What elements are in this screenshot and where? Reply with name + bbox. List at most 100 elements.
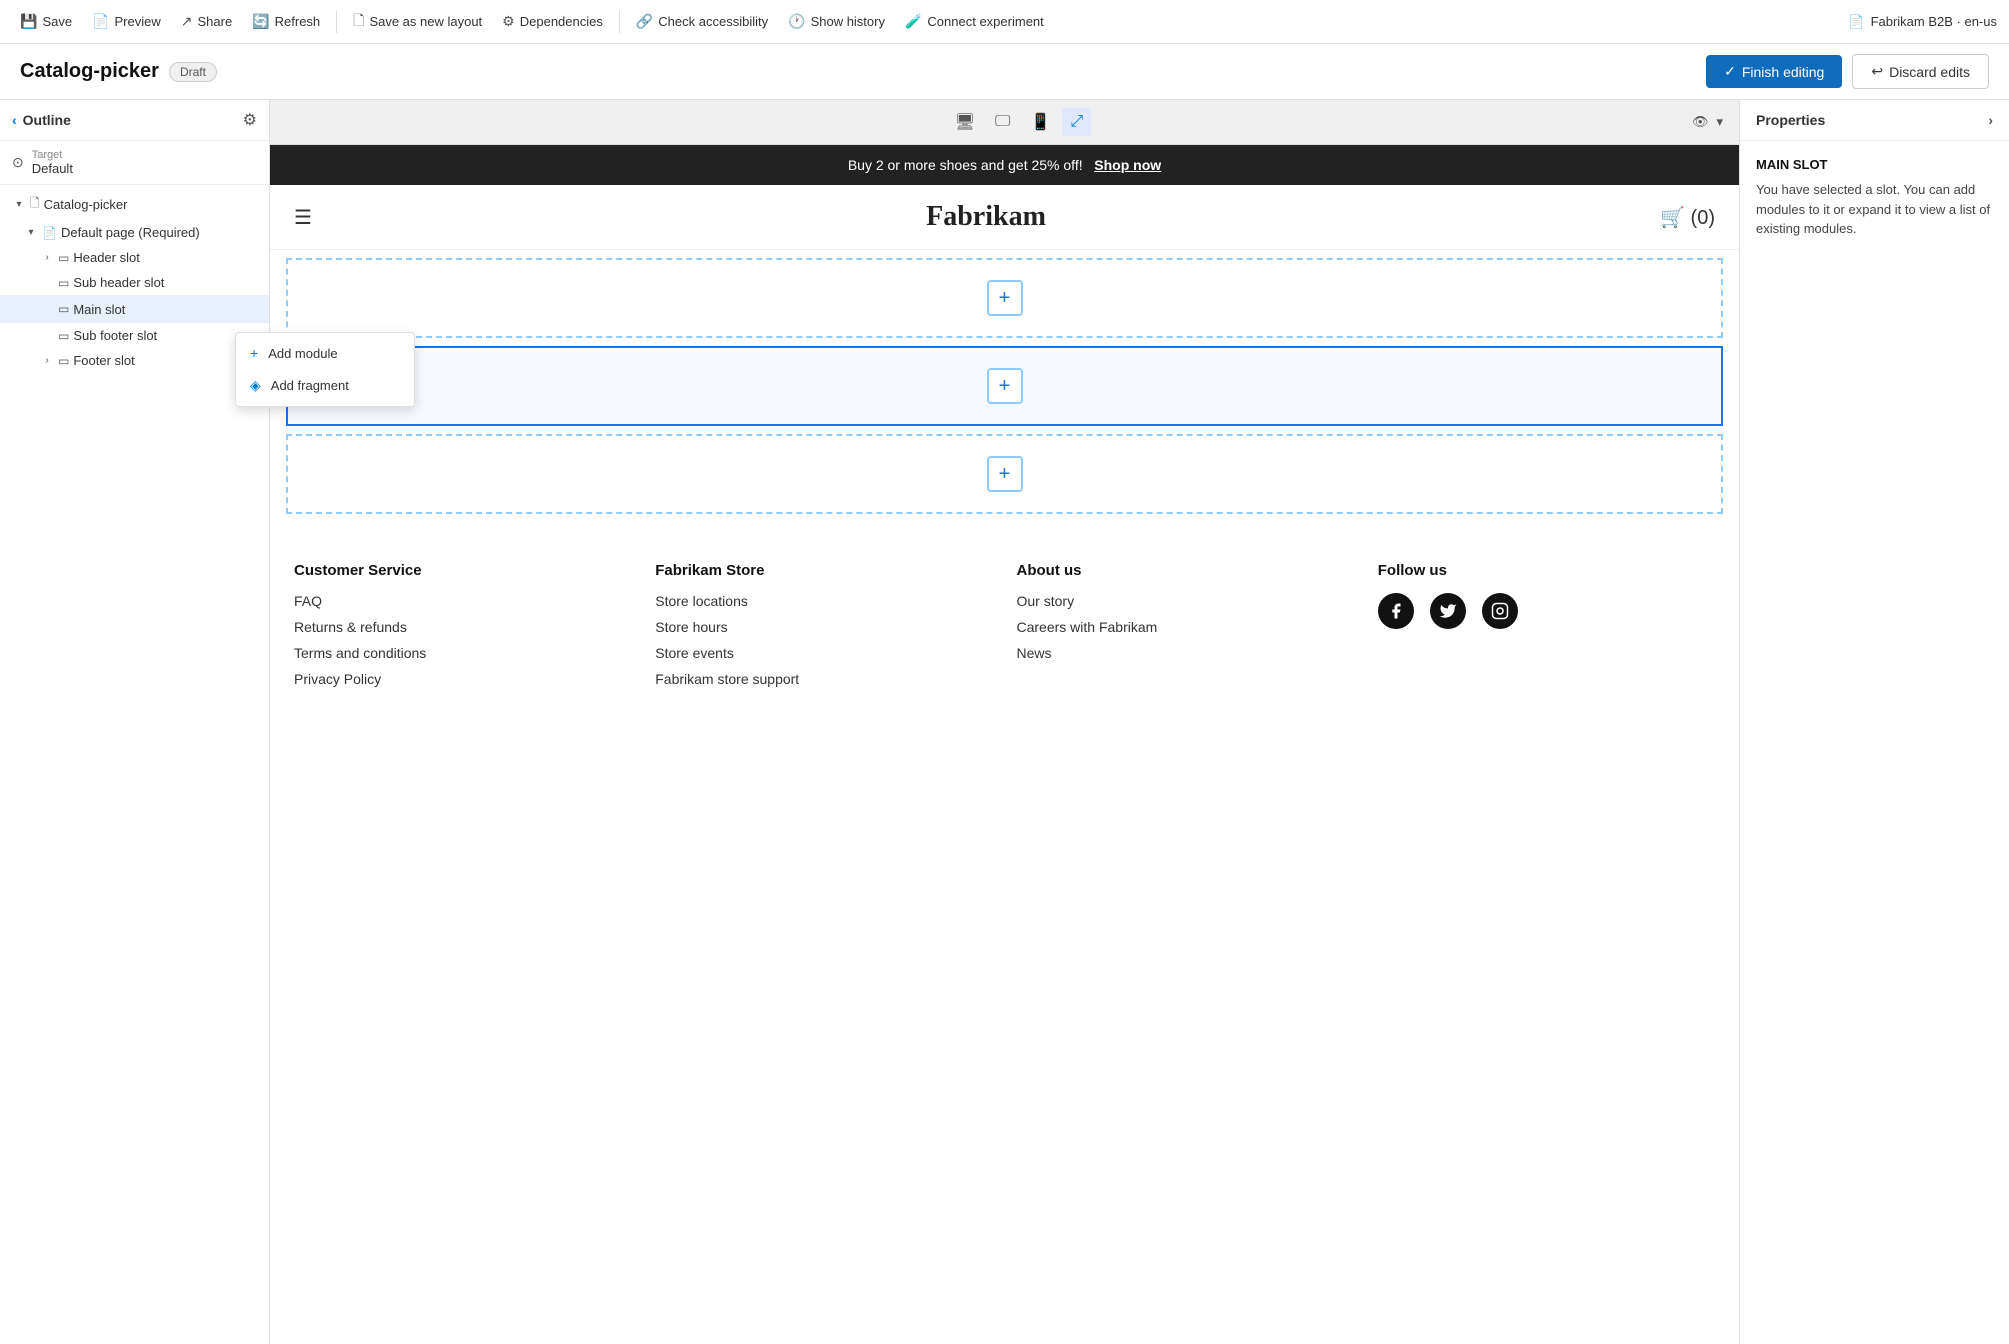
tree-item-catalog-picker[interactable]: ▾ 🗋 Catalog-picker (0, 189, 269, 220)
footer-link-our-story[interactable]: Our story (1017, 593, 1075, 609)
slot-icon: ▭ (58, 329, 69, 343)
list-item: Careers with Fabrikam (1017, 619, 1354, 635)
context-menu-add-fragment[interactable]: ◈ Add fragment (236, 369, 414, 402)
cart-icon[interactable]: 🛒 (0) (1660, 205, 1715, 230)
store-header: ☰ Fabrikam 🛒 (0) (270, 185, 1739, 250)
check-accessibility-button[interactable]: 🔗 Check accessibility (628, 8, 776, 35)
list-item: Privacy Policy (294, 671, 631, 687)
tablet-view-button[interactable]: 🖵 (987, 108, 1018, 136)
main-layout: ‹ Outline ⚙ ⊙ Target Default ▾ 🗋 Catalog… (0, 100, 2009, 1344)
node-label: Header slot (73, 250, 261, 265)
finish-editing-button[interactable]: ✓ Finish editing (1706, 55, 1842, 88)
page-header: Catalog-picker Draft ✓ Finish editing ↩ … (0, 44, 2009, 100)
target-icon: ⊙ (12, 154, 24, 171)
preview-button[interactable]: 📄 Preview (84, 8, 169, 35)
save-button[interactable]: 💾 Save (12, 8, 80, 35)
add-to-slot-2-button[interactable]: + (987, 368, 1023, 404)
mobile-view-button[interactable]: 📱 (1022, 108, 1058, 136)
settings-icon[interactable]: ⚙ (243, 110, 257, 130)
footer-link-store-hours[interactable]: Store hours (655, 619, 727, 635)
footer-section: Customer Service FAQ Returns & refunds T… (270, 522, 1739, 721)
expand-view-button[interactable]: ⤢ (1062, 108, 1091, 136)
dependencies-button[interactable]: ⚙ Dependencies (494, 8, 611, 35)
outline-tree: ▾ 🗋 Catalog-picker ▾ 📄 Default page (Req… (0, 185, 269, 1344)
canvas-slot-2: Main slot ▾ + (286, 346, 1723, 426)
target-label: Target (32, 149, 73, 161)
toolbar-separator-2 (619, 11, 620, 33)
panel-section-title: MAIN SLOT (1756, 157, 1993, 172)
node-icon: 🗋 (30, 194, 40, 215)
right-panel-header: Properties › (1740, 100, 2009, 141)
canvas-area: 🖥 🖵 📱 ⤢ 👁 ▾ Buy 2 or more shoes and get … (270, 100, 1739, 1344)
canvas-content: Buy 2 or more shoes and get 25% off! Sho… (270, 145, 1739, 1344)
connect-experiment-button[interactable]: 🧪 Connect experiment (897, 8, 1052, 35)
list-item: Fabrikam store support (655, 671, 992, 687)
right-panel-content: MAIN SLOT You have selected a slot. You … (1740, 141, 2009, 255)
accessibility-icon: 🔗 (636, 13, 653, 30)
promo-link[interactable]: Shop now (1094, 157, 1161, 173)
footer-link-careers[interactable]: Careers with Fabrikam (1017, 619, 1158, 635)
node-label: Sub header slot (73, 275, 261, 290)
eye-icon[interactable]: 👁 (1692, 114, 1709, 130)
footer-col-follow-us: Follow us (1378, 562, 1715, 697)
save-as-new-layout-button[interactable]: 🗋 Save as new layout (345, 5, 490, 39)
add-to-slot-1-button[interactable]: + (987, 280, 1023, 316)
discard-edits-button[interactable]: ↩ Discard edits (1852, 54, 1989, 89)
footer-col-heading-fabrikam-store: Fabrikam Store (655, 562, 992, 579)
add-fragment-label: Add fragment (271, 378, 349, 393)
add-module-label: Add module (268, 346, 337, 361)
tree-item-main-slot[interactable]: › ▭ Main slot ··· (0, 295, 269, 323)
desktop-view-button[interactable]: 🖥 (947, 108, 983, 136)
add-module-icon: + (250, 345, 258, 361)
footer-link-store-locations[interactable]: Store locations (655, 593, 748, 609)
footer-link-store-support[interactable]: Fabrikam store support (655, 671, 799, 687)
canvas-slot-3: + (286, 434, 1723, 514)
save-as-icon: 🗋 (353, 10, 364, 34)
tree-item-sub-footer-slot[interactable]: › ▭ Sub footer slot (0, 323, 269, 348)
tree-item-footer-slot[interactable]: › ▭ Footer slot (0, 348, 269, 373)
tree-item-header-slot[interactable]: › ▭ Header slot (0, 245, 269, 270)
share-button[interactable]: ↗ Share (173, 8, 240, 35)
toolbar: 💾 Save 📄 Preview ↗ Share 🔄 Refresh 🗋 Sav… (0, 0, 2009, 44)
context-menu: + Add module ◈ Add fragment (235, 332, 415, 407)
footer-link-privacy[interactable]: Privacy Policy (294, 671, 381, 687)
sidebar-header-left: ‹ Outline (12, 112, 71, 128)
back-icon[interactable]: ‹ (12, 112, 17, 128)
history-label: Show history (811, 14, 885, 29)
accessibility-label: Check accessibility (658, 14, 768, 29)
list-item: Store events (655, 645, 992, 661)
add-fragment-icon: ◈ (250, 377, 261, 394)
canvas-right-icons: 👁 ▾ (1692, 114, 1723, 130)
footer-link-returns[interactable]: Returns & refunds (294, 619, 407, 635)
tree-item-default-page[interactable]: ▾ 📄 Default page (Required) (0, 220, 269, 245)
twitter-icon[interactable] (1430, 593, 1466, 629)
show-history-button[interactable]: 🕐 Show history (780, 8, 893, 35)
draft-badge: Draft (169, 62, 217, 82)
list-item: Returns & refunds (294, 619, 631, 635)
chevron-down-icon[interactable]: ▾ (1716, 114, 1723, 130)
footer-link-terms[interactable]: Terms and conditions (294, 645, 426, 661)
footer-link-news[interactable]: News (1017, 645, 1052, 661)
hamburger-icon[interactable]: ☰ (294, 205, 312, 230)
instagram-icon[interactable] (1482, 593, 1518, 629)
expand-icon: › (40, 355, 54, 366)
footer-col-heading-customer-service: Customer Service (294, 562, 631, 579)
list-item: News (1017, 645, 1354, 661)
tree-item-sub-header-slot[interactable]: › ▭ Sub header slot (0, 270, 269, 295)
footer-link-faq[interactable]: FAQ (294, 593, 322, 609)
context-menu-add-module[interactable]: + Add module (236, 337, 414, 369)
store-logo: Fabrikam (926, 201, 1046, 233)
expand-icon: ▾ (24, 227, 38, 238)
canvas-slot-1: + (286, 258, 1723, 338)
add-to-slot-3-button[interactable]: + (987, 456, 1023, 492)
footer-col-customer-service: Customer Service FAQ Returns & refunds T… (294, 562, 631, 697)
canvas-toolbar: 🖥 🖵 📱 ⤢ 👁 ▾ (270, 100, 1739, 145)
node-label: Footer slot (73, 353, 261, 368)
list-item: FAQ (294, 593, 631, 609)
right-panel-expand-icon[interactable]: › (1988, 112, 1993, 128)
footer-link-store-events[interactable]: Store events (655, 645, 734, 661)
target-info: ⊙ Target Default (0, 141, 269, 185)
facebook-icon[interactable] (1378, 593, 1414, 629)
refresh-button[interactable]: 🔄 Refresh (244, 8, 328, 35)
dependencies-icon: ⚙ (502, 13, 515, 30)
